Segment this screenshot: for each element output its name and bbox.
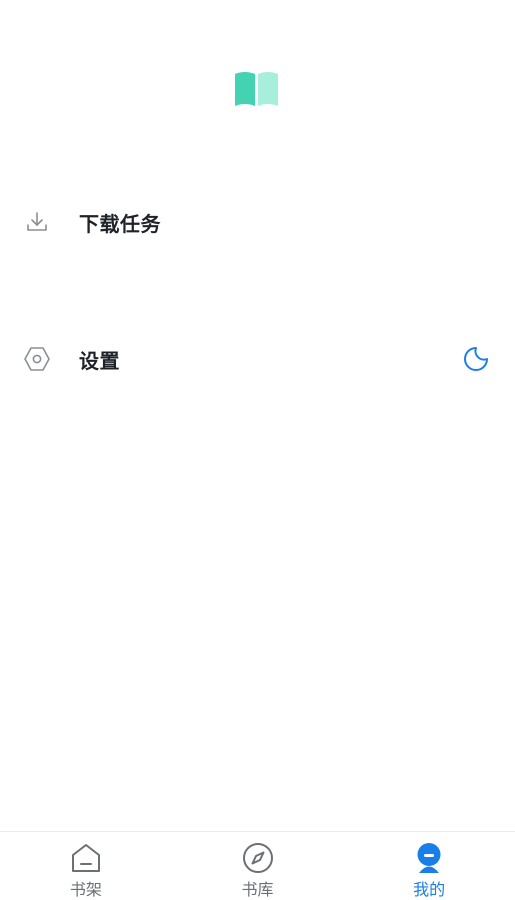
tab-mine[interactable]: 我的 [343, 832, 515, 900]
bookshelf-home-icon [69, 841, 103, 875]
settings-hexagon-icon [22, 344, 52, 374]
bottom-tab-bar: 书架 书库 我的 [0, 831, 515, 900]
tab-bookshelf[interactable]: 书架 [0, 832, 172, 900]
tab-bookshelf-label: 书架 [69, 880, 102, 899]
app-logo-book-icon [233, 70, 280, 108]
settings-row[interactable]: 设置 [0, 331, 515, 387]
download-tasks-label: 下载任务 [79, 211, 161, 236]
download-icon [22, 207, 52, 237]
profile-screen: 下载任务 设置 书架 书库 我的 [0, 0, 515, 900]
download-tasks-row[interactable]: 下载任务 [0, 194, 515, 250]
user-profile-icon [412, 841, 446, 875]
tab-mine-label: 我的 [413, 880, 446, 899]
tab-library[interactable]: 书库 [172, 832, 344, 900]
settings-label: 设置 [79, 348, 120, 373]
compass-icon [241, 841, 275, 875]
night-mode-moon-icon[interactable] [461, 344, 491, 374]
tab-library-label: 书库 [241, 880, 274, 899]
